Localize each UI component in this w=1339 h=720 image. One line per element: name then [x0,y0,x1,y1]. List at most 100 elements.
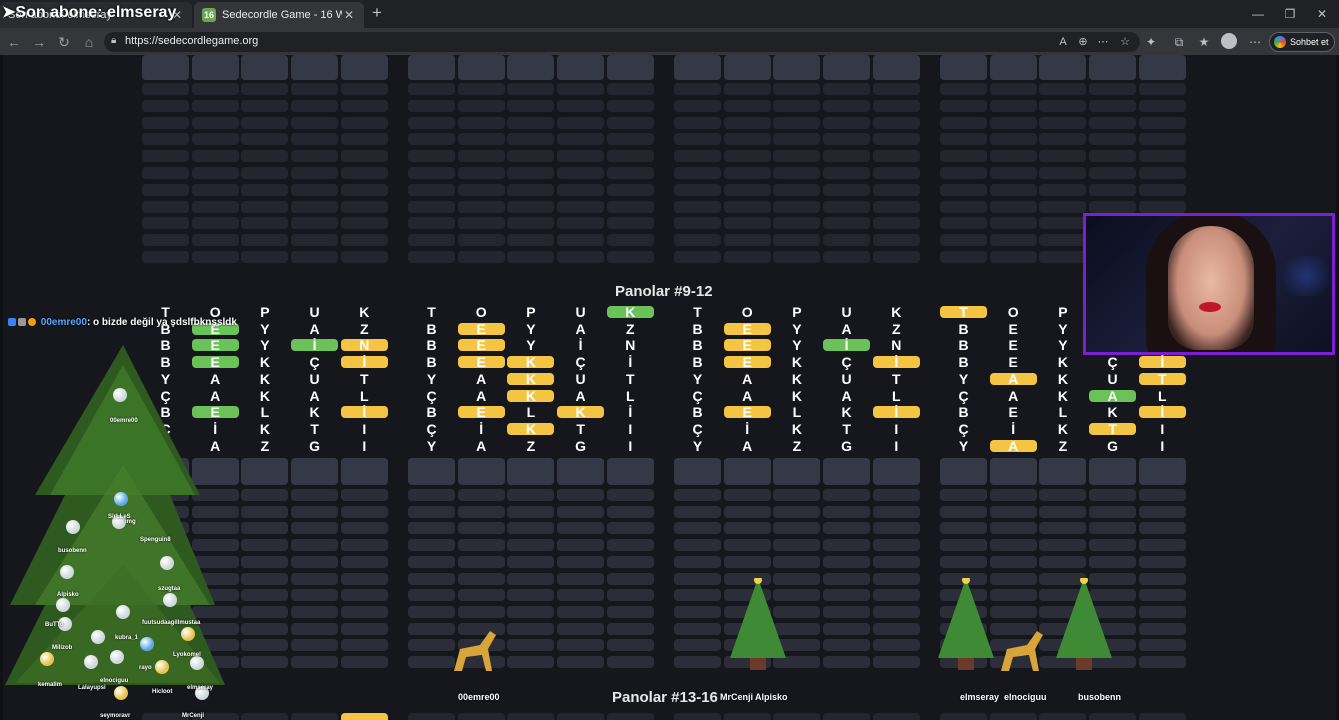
empty-tile [823,83,871,95]
empty-tile [1039,55,1087,80]
letter-tile: E [457,354,505,370]
empty-tile [408,539,455,552]
tree-viewer-label: MrCenji [182,713,205,719]
split-screen-icon[interactable]: ⧉ [1170,33,1188,51]
letter-tile: G [1107,437,1119,454]
empty-tile [723,183,771,196]
home-icon[interactable]: ⌂ [80,33,98,51]
read-aloud-icon[interactable]: A [1056,35,1070,49]
more-icon[interactable]: ⋯ [1096,35,1110,49]
input-tile [773,458,821,485]
new-tab-icon[interactable]: + [368,4,386,22]
settings-menu-icon[interactable]: ⋯ [1246,33,1264,51]
letter-tile: E [723,337,771,353]
empty-tile [291,539,339,552]
empty-tile [142,183,189,196]
empty-tile [872,656,920,668]
empty-tile [940,200,987,213]
letter-tile: Z [792,437,802,454]
empty-tile [457,572,505,585]
letter-tile: T [892,370,901,387]
empty-tile [872,251,920,263]
tree-viewer-label: seymoravr [100,713,131,719]
copilot-button[interactable]: Sohbet et [1269,32,1335,52]
empty-tile [989,555,1037,568]
letter-tile: P [260,304,270,320]
avatar[interactable] [1221,33,1237,49]
ornament-icon [40,652,54,666]
empty-tile [557,83,605,95]
minimize-icon[interactable]: — [1250,6,1266,22]
letter-tile: Ç [958,387,969,404]
chat-text: : o bizde değil ya şdslfbknşsldk [86,317,237,328]
letter-tile: K [891,304,902,320]
maximize-icon[interactable]: ❐ [1282,6,1298,22]
empty-tile [557,251,605,263]
letter-tile: B [426,337,437,354]
letter-tile: Ç [1107,354,1118,371]
empty-tile [557,555,605,568]
input-tile [1089,458,1137,485]
favorites-icon[interactable]: ★ [1195,33,1213,51]
empty-tile [241,639,289,652]
extensions-icon[interactable]: ✦ [1142,33,1160,51]
back-icon[interactable]: ← [5,33,23,51]
empty-tile [557,116,605,129]
empty-tile [507,589,555,602]
empty-tile [191,83,239,95]
empty-tile [674,167,721,179]
empty-tile [1039,99,1087,112]
reload-icon[interactable]: ↻ [55,33,73,51]
empty-tile [674,589,721,602]
empty-tile [606,183,654,196]
empty-tile [557,200,605,213]
empty-tile [291,83,339,95]
zoom-icon[interactable]: ⊕ [1076,35,1090,49]
letter-tile: Z [892,320,901,337]
url-text[interactable]: https://sedecordlegame.org [125,35,258,47]
tree-viewer-label: Lalayupsi [78,685,106,691]
letter-tile: T [310,420,319,437]
empty-tile [940,116,987,129]
letter-tile: K [841,404,852,421]
empty-tile [1138,555,1186,568]
ornament-icon [190,656,204,670]
input-tile [1039,458,1087,485]
empty-tile [940,522,987,535]
close-window-icon[interactable]: ✕ [1314,6,1330,22]
letter-tile: B [958,404,969,421]
letter-tile: Ç [692,387,703,404]
close-icon[interactable]: ✕ [342,8,356,22]
empty-tile [457,183,505,196]
empty-tile [457,522,505,535]
ornament-icon [56,598,70,612]
empty-tile [940,183,987,196]
letter-tile: I [894,420,899,437]
letter-tile: A [1089,388,1137,404]
letter-tile: Z [260,437,270,454]
letter-tile: K [507,354,555,370]
address-bar[interactable]: 🔒︎ https://sedecordlegame.org A ⊕ ⋯ ☆ [104,32,1140,52]
empty-tile [723,713,771,720]
favorite-star-icon[interactable]: ☆ [1118,35,1132,49]
empty-tile [408,713,455,720]
forward-icon[interactable]: → [30,33,48,51]
empty-tile [872,150,920,163]
empty-tile [340,589,388,602]
letter-tile: P [792,304,802,320]
empty-tile [823,99,871,112]
empty-tile [606,489,654,501]
empty-tile [1138,539,1186,552]
tab-sedecordle[interactable]: 16 Sedecordle Game - 16 Words Wordle ✕ [194,2,364,28]
empty-tile [408,251,455,263]
ornament-icon [116,605,130,619]
letter-tile: Y [958,437,969,454]
letter-tile: T [842,420,851,437]
letter-tile: B [958,320,969,337]
empty-tile [408,200,455,213]
letter-tile: I [628,437,633,454]
empty-tile [606,83,654,95]
letter-tile: E [1008,354,1018,371]
empty-tile [1039,133,1087,146]
empty-tile [723,200,771,213]
